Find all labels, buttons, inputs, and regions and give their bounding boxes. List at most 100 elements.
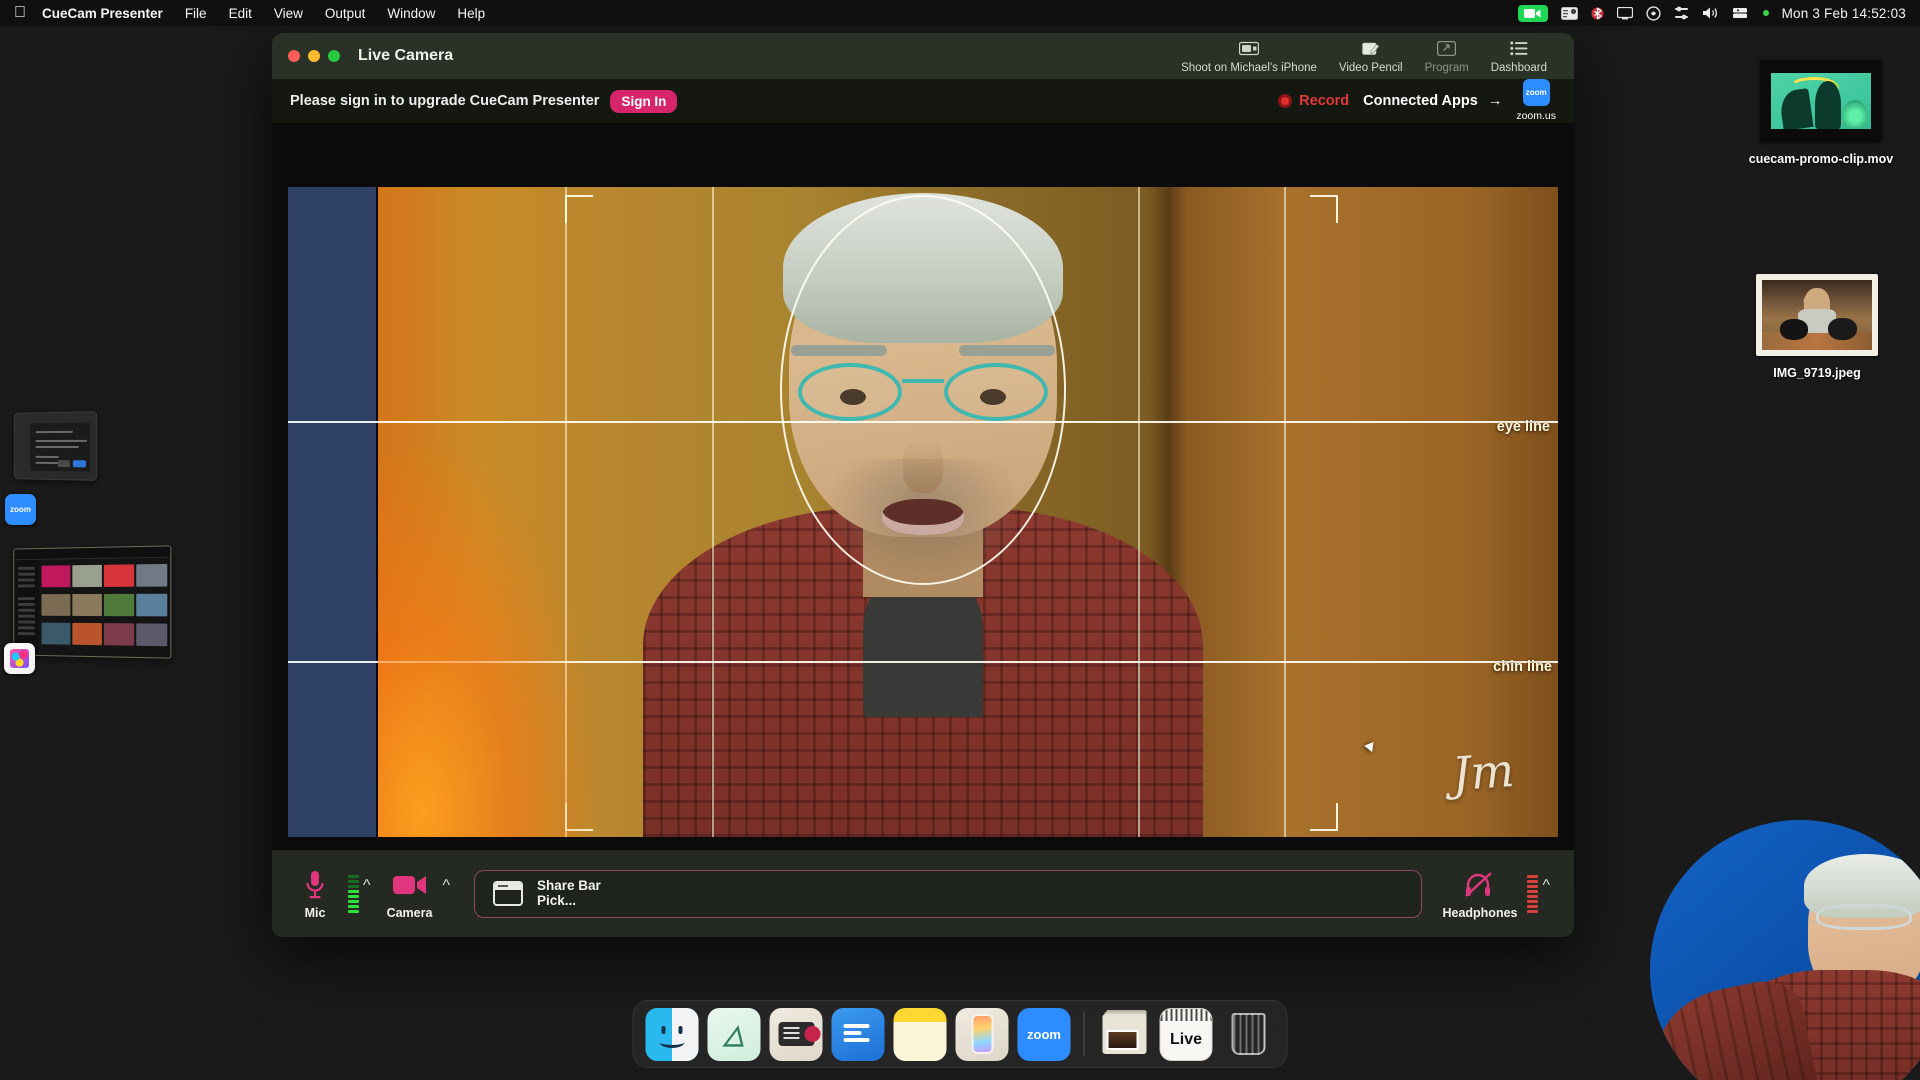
microphone-icon bbox=[304, 868, 326, 902]
connected-app-name: zoom.us bbox=[1516, 109, 1556, 122]
file-label: cuecam-promo-clip.mov bbox=[1748, 152, 1894, 166]
window-toolbar: Shoot on Michael's iPhone Video Pencil P… bbox=[1170, 39, 1558, 74]
connected-app-zoom[interactable]: zoom zoom.us bbox=[1516, 78, 1556, 124]
battery-icon[interactable] bbox=[1732, 6, 1750, 20]
dock-item-stack[interactable] bbox=[1098, 1008, 1151, 1061]
dock-item-green-app[interactable]: △ bbox=[707, 1007, 761, 1061]
presenter-nose bbox=[903, 439, 943, 493]
mic-level-meter bbox=[348, 874, 359, 913]
safe-corner-br bbox=[1310, 803, 1338, 831]
traffic-lights bbox=[288, 50, 340, 62]
device-control-bar: Mic ^ Camera ^ Share Bar Pick... Headpho… bbox=[272, 850, 1574, 937]
display-icon[interactable] bbox=[1616, 6, 1633, 20]
live-camera-preview[interactable]: Jm eye line chin line bbox=[272, 123, 1574, 850]
toolbar-label: Program bbox=[1424, 61, 1469, 74]
dock-item-trash[interactable] bbox=[1222, 1008, 1275, 1061]
toolbar-label: Dashboard bbox=[1490, 61, 1547, 74]
menu-app-name[interactable]: CueCam Presenter bbox=[42, 6, 163, 21]
dock-item-finder[interactable] bbox=[645, 1007, 699, 1061]
zoom-app-icon: zoom bbox=[1522, 78, 1550, 106]
window-pick-icon bbox=[493, 881, 524, 906]
macos-menu-bar:  CueCam Presenter File Edit View Output… bbox=[0, 0, 1920, 26]
camera-control[interactable]: Camera bbox=[381, 868, 439, 920]
presenter-subject bbox=[643, 187, 1203, 837]
chin-line-label: chin line bbox=[1493, 659, 1552, 675]
toolbar-program[interactable]: Program bbox=[1414, 39, 1480, 74]
headphones-options-chevron-up-icon[interactable]: ^ bbox=[1538, 877, 1560, 911]
share-bar-title: Share Bar bbox=[537, 878, 601, 893]
share-bar-subtitle: Pick... bbox=[537, 893, 577, 908]
zoom-window-content bbox=[29, 422, 91, 472]
minimized-zoom-window[interactable] bbox=[13, 411, 98, 481]
cuecam-presenter-window: Live Camera Shoot on Michael's iPhone Vi… bbox=[272, 33, 1574, 937]
toolbar-label: Video Pencil bbox=[1338, 61, 1403, 74]
sign-in-button[interactable]: Sign In bbox=[610, 89, 678, 113]
video-file-thumbnail bbox=[1760, 60, 1882, 142]
menu-item-edit[interactable]: Edit bbox=[229, 6, 252, 21]
screenshot-icon[interactable] bbox=[1560, 6, 1578, 20]
presenter-hair bbox=[783, 193, 1063, 343]
menu-bar-clock[interactable]: Mon 3 Feb 14:52:03 bbox=[1782, 6, 1906, 21]
dock-item-iphone-mirroring[interactable] bbox=[955, 1007, 1009, 1061]
signature-watermark: Jm bbox=[1450, 742, 1516, 802]
presenter-eyebrow-left bbox=[791, 345, 887, 356]
share-bar-text: Share Bar Pick... bbox=[537, 878, 601, 909]
toolbar-dashboard[interactable]: Dashboard bbox=[1480, 39, 1558, 74]
signin-upgrade-bar: Please sign in to upgrade CueCam Present… bbox=[272, 78, 1574, 124]
toolbar-video-pencil[interactable]: Video Pencil bbox=[1328, 39, 1414, 74]
record-label: Record bbox=[1299, 93, 1350, 109]
volume-icon[interactable] bbox=[1702, 6, 1719, 20]
presenter-glasses bbox=[798, 363, 1048, 423]
desktop-file-cuecam-promo[interactable]: cuecam-promo-clip.mov bbox=[1746, 60, 1896, 167]
menu-item-output[interactable]: Output bbox=[325, 6, 366, 21]
signin-message: Please sign in to upgrade CueCam Present… bbox=[290, 93, 600, 109]
presenter-eyebrow-right bbox=[959, 345, 1055, 356]
record-button[interactable]: Record bbox=[1278, 93, 1349, 109]
image-file-thumbnail bbox=[1756, 274, 1878, 356]
camera-label: Camera bbox=[386, 905, 433, 920]
dock-item-live-file[interactable]: Live bbox=[1159, 1007, 1213, 1061]
control-center-icon[interactable] bbox=[1674, 6, 1689, 21]
toolbar-label: Shoot on Michael's iPhone bbox=[1181, 61, 1317, 74]
menu-item-file[interactable]: File bbox=[185, 6, 207, 21]
desktop-file-img-9719[interactable]: IMG_9719.jpeg bbox=[1742, 274, 1892, 381]
menu-item-view[interactable]: View bbox=[274, 6, 303, 21]
toolbar-shoot-on-iphone[interactable]: Shoot on Michael's iPhone bbox=[1170, 39, 1328, 74]
minimized-browser-window[interactable] bbox=[13, 545, 172, 659]
arrow-right-icon: → bbox=[1487, 93, 1503, 109]
headphones-control[interactable]: Headphones bbox=[1436, 868, 1523, 920]
connected-apps-label: Connected Apps bbox=[1363, 93, 1478, 109]
dock-item-notes[interactable] bbox=[893, 1007, 947, 1061]
menu-bar-status-area: Mon 3 Feb 14:52:03 bbox=[1517, 4, 1920, 22]
dock-item-zoom[interactable]: zoom bbox=[1017, 1007, 1071, 1061]
mic-control[interactable]: Mic bbox=[286, 868, 344, 920]
share-bar-picker[interactable]: Share Bar Pick... bbox=[474, 869, 1423, 918]
connected-apps-button[interactable]: Connected Apps → bbox=[1363, 93, 1502, 109]
close-button[interactable] bbox=[288, 50, 300, 62]
siri-icon[interactable] bbox=[1645, 5, 1661, 21]
mic-options-chevron-up-icon[interactable]: ^ bbox=[359, 877, 381, 911]
program-frame-icon bbox=[1437, 39, 1457, 58]
minimize-button[interactable] bbox=[308, 50, 320, 62]
live-file-label: Live bbox=[1169, 1031, 1202, 1048]
browser-thumbnail-grid bbox=[39, 558, 171, 658]
apple-menu-icon[interactable]:  bbox=[14, 5, 26, 21]
browser-body bbox=[14, 558, 170, 658]
menu-item-help[interactable]: Help bbox=[457, 6, 485, 21]
bluetooth-icon[interactable] bbox=[1591, 6, 1604, 21]
menu-item-window[interactable]: Window bbox=[387, 6, 435, 21]
list-dashboard-icon bbox=[1510, 39, 1528, 58]
camera-active-icon[interactable] bbox=[1517, 4, 1548, 22]
headphones-muted-icon bbox=[1465, 868, 1495, 902]
headphone-level-meter bbox=[1527, 874, 1539, 913]
dock-item-blue-document-app[interactable] bbox=[831, 1007, 885, 1061]
camera-options-chevron-up-icon[interactable]: ^ bbox=[439, 877, 461, 911]
dock-item-cuecam-presenter[interactable] bbox=[769, 1007, 823, 1061]
window-titlebar[interactable]: Live Camera Shoot on Michael's iPhone Vi… bbox=[272, 33, 1574, 79]
zoom-app-badge-icon: zoom bbox=[5, 494, 36, 525]
eye-line-label: eye line bbox=[1496, 419, 1550, 435]
pip-glasses bbox=[1816, 904, 1912, 930]
iphone-camera-icon bbox=[1238, 39, 1259, 58]
presenter-pip-camera[interactable] bbox=[1650, 820, 1920, 1080]
maximize-button[interactable] bbox=[328, 50, 340, 62]
